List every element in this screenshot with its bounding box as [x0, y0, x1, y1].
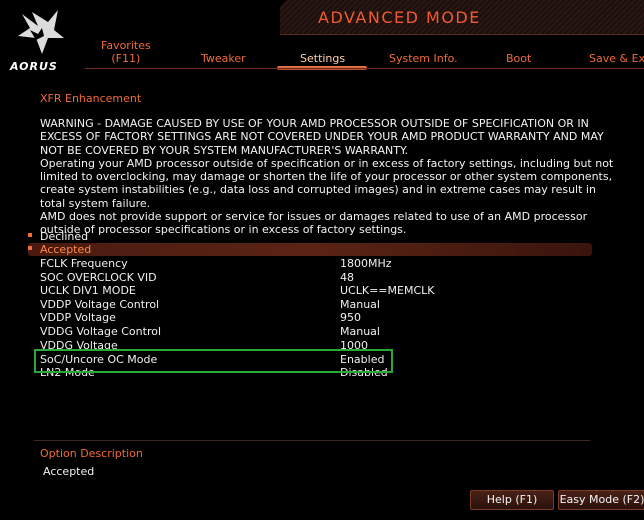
setting-row-fclk-frequency[interactable]: FCLK Frequency 1800MHz: [40, 257, 600, 271]
setting-value: UCLK==MEMCLK: [340, 284, 435, 298]
mode-title: ADVANCED MODE: [318, 8, 481, 27]
tab-favorites-label: Favorites: [101, 39, 151, 52]
tabs-divider: [85, 68, 644, 69]
option-description-value: Accepted: [43, 465, 95, 478]
setting-name: UCLK DIV1 MODE: [40, 284, 136, 298]
setting-row-vddp-voltage-control[interactable]: VDDP Voltage Control Manual: [40, 298, 600, 312]
bullet-icon: [28, 246, 32, 250]
warning-paragraph-3: AMD does not provide support or service …: [40, 210, 588, 237]
setting-row-vddg-voltage-control[interactable]: VDDG Voltage Control Manual: [40, 325, 600, 339]
logo-text: AORUS: [10, 60, 58, 73]
tab-save-exit[interactable]: Save & Exit: [589, 52, 644, 65]
tab-tweaker[interactable]: Tweaker: [201, 52, 246, 65]
setting-row-soc-overclock-vid[interactable]: SOC OVERCLOCK VID 48: [40, 271, 600, 285]
option-accepted-label: Accepted: [40, 243, 92, 256]
setting-value: Manual: [340, 324, 380, 338]
option-accepted[interactable]: Accepted: [28, 243, 592, 256]
tab-favorites-key: (F11): [111, 52, 141, 65]
setting-name: SOC OVERCLOCK VID: [40, 270, 157, 284]
setting-name: VDDG Voltage Control: [40, 324, 162, 338]
setting-row-uclk-div1-mode[interactable]: UCLK DIV1 MODE UCLK==MEMCLK: [40, 284, 600, 298]
tab-favorites[interactable]: Favorites (F11): [101, 39, 151, 65]
description-divider: [34, 440, 590, 441]
section-title: XFR Enhancement: [40, 92, 142, 105]
help-button[interactable]: Help (F1): [470, 490, 554, 510]
setting-row-vddp-voltage[interactable]: VDDP Voltage 950: [40, 311, 600, 325]
option-declined[interactable]: Declined: [28, 230, 88, 243]
easy-mode-button[interactable]: Easy Mode (F2): [558, 490, 644, 510]
warning-text: WARNING - DAMAGE CAUSED BY USE OF YOUR A…: [40, 117, 620, 237]
highlight-box: [34, 349, 393, 373]
tab-boot[interactable]: Boot: [506, 52, 531, 65]
setting-name: VDDP Voltage Control: [40, 297, 160, 311]
setting-name: VDDP Voltage: [40, 311, 116, 325]
tab-settings[interactable]: Settings: [300, 52, 345, 65]
option-description-title: Option Description: [40, 447, 143, 460]
setting-value: 48: [340, 270, 354, 284]
setting-value: Manual: [340, 297, 380, 311]
warning-paragraph-1: WARNING - DAMAGE CAUSED BY USE OF YOUR A…: [40, 117, 604, 157]
setting-value: 950: [340, 311, 361, 325]
header: ADVANCED MODE AORUS Favorites (F11) Twea…: [0, 0, 644, 80]
setting-value: 1800MHz: [340, 257, 392, 270]
bullet-icon: [28, 233, 32, 237]
setting-name: FCLK Frequency: [40, 257, 128, 270]
option-declined-label: Declined: [40, 230, 89, 243]
tab-system-info[interactable]: System Info.: [389, 52, 458, 65]
warning-paragraph-2: Operating your AMD processor outside of …: [40, 156, 614, 210]
